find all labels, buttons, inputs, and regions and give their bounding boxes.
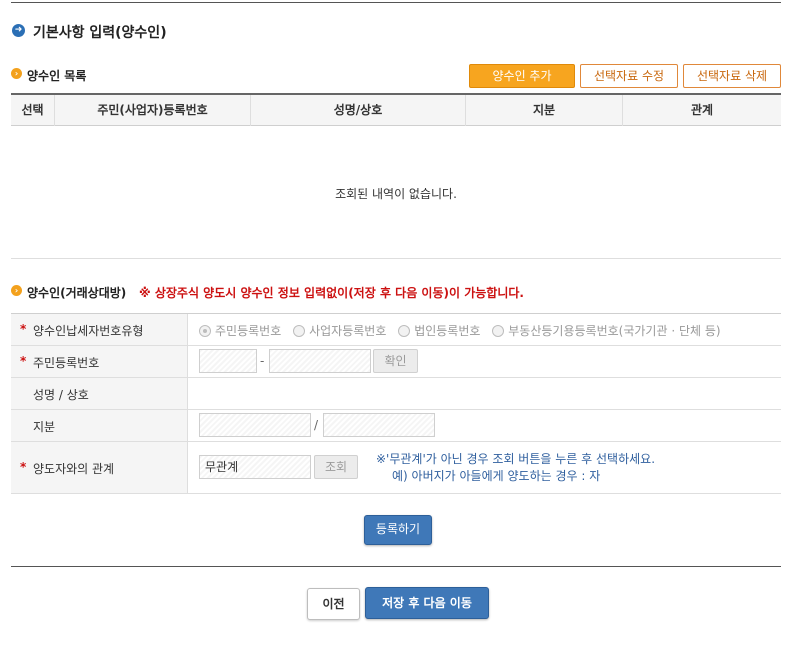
relation-hint-line-1: ※'무관계'가 아닌 경우 조회 버튼을 누른 후 선택하세요. — [376, 452, 656, 466]
transferee-form: * 양수인납세자번호유형 주민등록번호 사업자등록번호 법인등록번호 부동산등기… — [11, 313, 781, 494]
required-mark: * — [20, 460, 27, 474]
bottom-divider — [11, 566, 781, 567]
name-value — [188, 378, 781, 409]
share-label: 지분 — [33, 420, 56, 434]
share-numerator-input[interactable] — [199, 413, 311, 437]
taxpayer-type-label: 양수인납세자번호유형 — [33, 324, 144, 338]
form-row-relation: * 양도자와의 관계 무관계 조회 ※'무관계'가 아닌 경우 조회 버튼을 누… — [11, 442, 781, 494]
arrow-right-circle-icon: ➜ — [12, 24, 25, 37]
section-bullet-icon: › — [11, 68, 22, 79]
radio-option-corporation[interactable]: 법인등록번호 — [398, 324, 480, 338]
radio-icon — [398, 325, 411, 337]
listed-stock-notice: ※ 상장주식 양도시 양수인 정보 입력없이(저장 후 다음 이동)이 가능합니… — [139, 286, 524, 300]
save-and-next-button[interactable]: 저장 후 다음 이동 — [365, 587, 489, 619]
required-mark: * — [20, 354, 27, 368]
taxpayer-type-radio-group: 주민등록번호 사업자등록번호 법인등록번호 부동산등기용등록번호(국가기관 · … — [199, 322, 729, 339]
radio-icon — [492, 325, 505, 337]
column-header-select: 선택 — [11, 95, 55, 126]
relation-lookup-button[interactable]: 조회 — [314, 455, 358, 479]
edit-selected-button[interactable]: 선택자료 수정 — [580, 64, 678, 88]
empty-list-message: 조회된 내역이 없습니다. — [335, 187, 457, 201]
form-row-resident-number: * 주민등록번호 - 확인 — [11, 346, 781, 378]
share-denominator-input[interactable] — [323, 413, 435, 437]
column-header-id-number: 주민(사업자)등록번호 — [55, 95, 251, 126]
column-header-relation: 관계 — [690, 103, 714, 117]
transferee-table-header: 선택 주민(사업자)등록번호 성명/상호 지분 관계 — [11, 93, 781, 126]
previous-button[interactable]: 이전 — [307, 588, 360, 620]
top-divider — [11, 2, 781, 3]
page-title: 기본사항 입력(양수인) — [33, 25, 167, 41]
share-separator: / — [314, 418, 319, 432]
radio-option-business[interactable]: 사업자등록번호 — [293, 324, 386, 338]
add-transferee-button[interactable]: 양수인 추가 — [469, 64, 575, 88]
radio-checked-icon — [199, 325, 211, 337]
section-bullet-icon: › — [11, 285, 22, 296]
resident-number-label: 주민등록번호 — [33, 356, 100, 370]
required-mark: * — [20, 322, 27, 336]
table-bottom-divider — [11, 258, 781, 259]
radio-option-real-estate[interactable]: 부동산등기용등록번호(국가기관 · 단체 등) — [492, 324, 721, 338]
relation-input[interactable]: 무관계 — [199, 455, 311, 479]
form-row-name: 성명 / 상호 — [11, 378, 781, 410]
relation-hint-line-2: 예) 아버지가 아들에게 양도하는 경우 : 자 — [392, 469, 601, 483]
relation-hint: ※'무관계'가 아닌 경우 조회 버튼을 누른 후 선택하세요. 예) 아버지가… — [376, 451, 655, 485]
relation-label: 양도자와의 관계 — [33, 462, 115, 476]
form-row-share: 지분 / — [11, 410, 781, 442]
column-header-share: 지분 — [466, 95, 623, 126]
column-header-name: 성명/상호 — [251, 95, 466, 126]
form-row-taxpayer-type: * 양수인납세자번호유형 주민등록번호 사업자등록번호 법인등록번호 부동산등기… — [11, 314, 781, 346]
form-section-title: 양수인(거래상대방) — [27, 286, 127, 300]
name-label: 성명 / 상호 — [33, 388, 89, 402]
resident-number-back-input[interactable] — [269, 349, 371, 373]
register-button[interactable]: 등록하기 — [364, 515, 432, 545]
resident-number-separator: - — [260, 354, 265, 368]
radio-option-resident[interactable]: 주민등록번호 — [199, 324, 281, 338]
delete-selected-button[interactable]: 선택자료 삭제 — [683, 64, 781, 88]
resident-number-front-input[interactable] — [199, 349, 257, 373]
list-section-title: 양수인 목록 — [27, 69, 87, 83]
radio-icon — [293, 325, 306, 337]
confirm-button[interactable]: 확인 — [373, 349, 418, 373]
